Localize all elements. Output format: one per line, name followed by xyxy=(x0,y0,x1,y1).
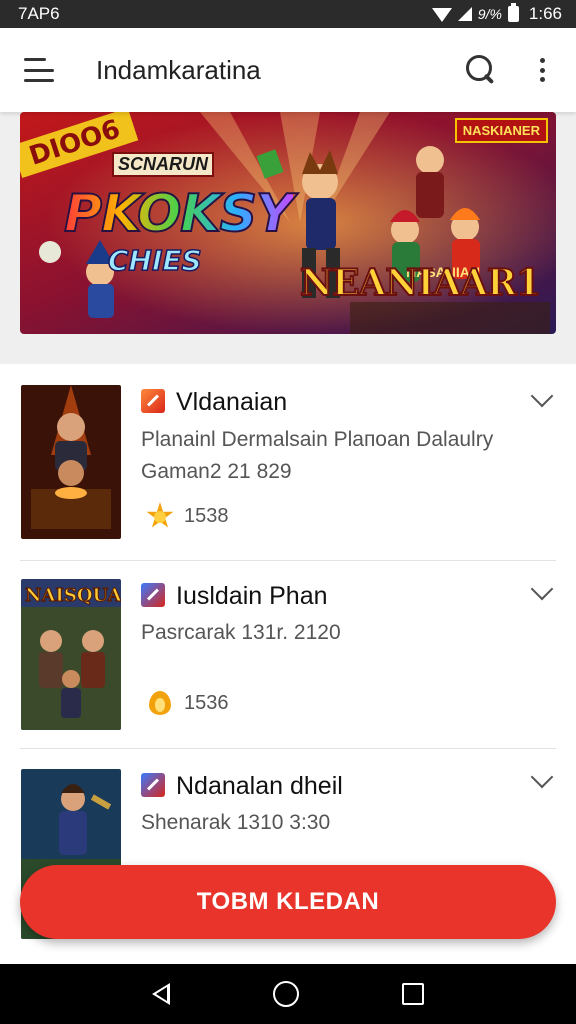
status-time-right: 1:66 xyxy=(528,4,562,23)
primary-action-button[interactable]: TOBM KLEDAN xyxy=(20,865,556,939)
game-title: Ndanalan dheil xyxy=(176,772,343,800)
banner-title: NEANIAAR1 xyxy=(299,261,542,305)
battery-percent: 9/% xyxy=(477,6,502,22)
thumbnail-art xyxy=(21,385,121,539)
game-title: Iusldain Phan xyxy=(176,582,328,610)
banner-logo: PKOKSY xyxy=(63,183,295,245)
chevron-down-icon[interactable] xyxy=(530,577,554,601)
promo-banner[interactable]: DIOO6 NASKIANER SCNARUN PKOKSY CHIES NAS… xyxy=(20,112,556,334)
battery-icon xyxy=(507,3,519,22)
status-icons: 9/% 1:66 xyxy=(431,3,562,24)
recent-apps-icon[interactable] xyxy=(402,983,425,1005)
system-nav-bar xyxy=(0,964,576,1024)
list-item[interactable]: Vldanaian Planainl Dermalsain Plaпoan Da… xyxy=(0,364,576,561)
thumbnail-label: NAISQUAK xyxy=(24,585,121,607)
game-thumbnail[interactable] xyxy=(21,385,121,539)
status-time-left: 7AP6 xyxy=(18,4,60,23)
chevron-down-icon[interactable] xyxy=(530,384,554,408)
game-rating: 1536 xyxy=(146,689,229,717)
signal-icon xyxy=(457,7,472,21)
banner-corner-badge: NASKIANER xyxy=(454,118,548,143)
game-category-icon xyxy=(141,389,165,413)
game-title: Vldanaian xyxy=(176,388,288,416)
app-bar: Indamkaratina xyxy=(0,28,576,112)
banner-logo-sub: CHIES xyxy=(107,243,202,278)
game-rating: 1538 xyxy=(146,502,229,530)
list-item[interactable]: NAISQUAK Iusldain Phan Pasrcarak 131r. 2… xyxy=(0,561,576,749)
game-category-icon xyxy=(141,583,165,607)
wifi-icon xyxy=(431,8,452,22)
home-icon[interactable] xyxy=(272,981,299,1007)
game-description: Pasrcarak 131r. 2120 xyxy=(141,621,341,644)
back-icon[interactable] xyxy=(151,983,170,1005)
chevron-down-icon[interactable] xyxy=(530,765,554,789)
game-description: Planainl Dermalsain Plaпoan Dalaulry Gam… xyxy=(141,428,494,483)
search-icon[interactable] xyxy=(464,53,498,87)
rating-value: 1538 xyxy=(184,504,229,527)
sun-icon xyxy=(146,502,174,530)
rating-value: 1536 xyxy=(184,691,229,714)
app-title: Indamkaratina xyxy=(96,54,261,85)
main-content: DIOO6 NASKIANER SCNARUN PKOKSY CHIES NAS… xyxy=(0,112,576,964)
game-thumbnail[interactable]: NAISQUAK xyxy=(21,579,121,730)
menu-icon[interactable] xyxy=(24,58,54,82)
status-bar: 7AP6 9/% 1:66 xyxy=(0,0,576,28)
flame-icon xyxy=(146,689,174,717)
banner-subtitle: SCNARUN xyxy=(112,152,214,177)
game-description: Shenarak 1310 3:30 xyxy=(141,811,331,834)
game-category-icon xyxy=(141,773,165,797)
more-options-icon[interactable] xyxy=(532,55,552,85)
